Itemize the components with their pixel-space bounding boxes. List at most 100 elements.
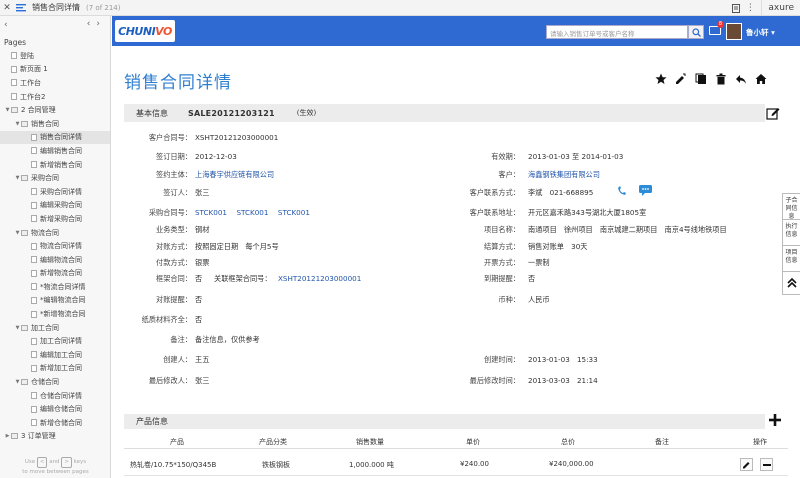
- purchase-no-links[interactable]: STCK001 STCK001 STCK001: [195, 208, 310, 218]
- paper: 否: [195, 315, 203, 324]
- sidebar-page[interactable]: *物流合同详情: [0, 280, 110, 294]
- scroll-top-icon[interactable]: [783, 272, 800, 294]
- sidebar-page[interactable]: 采购合同详情: [0, 185, 110, 199]
- page-icon: [11, 52, 17, 60]
- page-icon: [31, 133, 37, 141]
- action-toolbar: [654, 72, 768, 86]
- tab-project[interactable]: 项目信息: [783, 246, 800, 272]
- home-icon[interactable]: [754, 72, 768, 86]
- close-icon[interactable]: ✕: [0, 1, 14, 15]
- page-icon: [31, 337, 37, 345]
- collapse-sidebar-icon[interactable]: ‹: [4, 20, 8, 30]
- contact: 李斌 021-668895: [528, 188, 594, 197]
- delete-icon[interactable]: [714, 72, 728, 86]
- phone-icon[interactable]: [616, 185, 628, 197]
- edit-check-icon[interactable]: [674, 72, 688, 86]
- sidebar-page[interactable]: 新增销售合同: [0, 158, 110, 172]
- sidebar-item-label: 编辑销售合同: [40, 146, 82, 155]
- biz-type: 钢材: [195, 225, 210, 234]
- customer-link[interactable]: 海鑫钢铁集团有限公司: [528, 170, 600, 180]
- star-icon[interactable]: [654, 72, 668, 86]
- sign-date: 2012-12-03: [195, 152, 237, 161]
- sidebar-page[interactable]: 编辑销售合同: [0, 144, 110, 158]
- expanded-arrow-icon[interactable]: ▼: [14, 379, 21, 385]
- more-icon[interactable]: ⋮: [743, 1, 757, 15]
- user-menu[interactable]: 鲁小轩 ▾: [746, 27, 775, 38]
- sidebar-item-label: 工作台: [20, 78, 41, 87]
- sidebar-page[interactable]: 编辑仓储合同: [0, 402, 110, 416]
- back-icon[interactable]: [734, 72, 748, 86]
- page-icon: [31, 147, 37, 155]
- page-icon: [31, 188, 37, 196]
- next-page-icon[interactable]: ›: [96, 19, 106, 29]
- expanded-arrow-icon[interactable]: ▼: [14, 230, 21, 236]
- sidebar-folder[interactable]: ▼ 加工合同: [0, 321, 110, 335]
- search-button[interactable]: [688, 25, 704, 39]
- col-category: 产品分类: [259, 438, 287, 446]
- sidebar-page[interactable]: 新页面 1: [0, 63, 110, 77]
- sidebar-page[interactable]: 销售合同详情: [0, 130, 110, 145]
- sidebar-item-label: 销售合同: [31, 119, 59, 128]
- modifier: 张三: [195, 376, 210, 385]
- app-header: CHUNI VO 请输入销售订单号或客户名称 8 鲁小轩 ▾: [112, 16, 800, 46]
- frame-link[interactable]: XSHT20121203000001: [278, 274, 361, 283]
- sidebar-page[interactable]: 新增采购合同: [0, 212, 110, 226]
- sidebar-page[interactable]: *编辑物流合同: [0, 294, 110, 308]
- sidebar-page[interactable]: 新增仓储合同: [0, 416, 110, 430]
- pages-title: Pages: [4, 38, 27, 47]
- sidebar-page[interactable]: 加工合同详情: [0, 334, 110, 348]
- add-product-icon[interactable]: [767, 412, 783, 428]
- sidebar-page[interactable]: 工作台: [0, 76, 110, 90]
- edit-icon: [743, 462, 750, 469]
- sidebar-folder[interactable]: ▼ 采购合同: [0, 171, 110, 185]
- sidebar-page[interactable]: 登陆: [0, 49, 110, 63]
- avatar[interactable]: [726, 23, 742, 40]
- sidebar-page[interactable]: 编辑加工合同: [0, 348, 110, 362]
- sidebar-folder[interactable]: ▶ 3 订单管理: [0, 430, 110, 444]
- sidebar-page[interactable]: 编辑采购合同: [0, 199, 110, 213]
- edit-row-button[interactable]: [740, 458, 753, 471]
- sidebar-page[interactable]: 新增加工合同: [0, 362, 110, 376]
- chat-icon[interactable]: [639, 185, 652, 196]
- page-icon: [31, 364, 37, 372]
- row-total: ¥240,000.00: [549, 460, 594, 468]
- collapsed-arrow-icon[interactable]: ▶: [4, 433, 11, 439]
- col-price: 单价: [466, 438, 480, 446]
- pages-sidebar: ‹ ‹› Pages 登陆 新页面 1 工作台 工作台2 ▼ 2 合同管理 ▼ 销售合同 销售合…: [0, 16, 111, 478]
- sitemap-icon[interactable]: [14, 1, 28, 15]
- brand-logo[interactable]: CHUNI VO: [115, 20, 175, 42]
- tab-sub-contract[interactable]: 子合同信息: [783, 194, 800, 220]
- sidebar-folder[interactable]: ▼ 仓储合同: [0, 375, 110, 389]
- sidebar-folder[interactable]: ▼ 物流合同: [0, 226, 110, 240]
- sidebar-page[interactable]: 仓储合同详情: [0, 389, 110, 403]
- customer-addr: 开元区嘉禾路343号湖北大厦1805室: [528, 208, 647, 217]
- expanded-arrow-icon[interactable]: ▼: [14, 121, 21, 127]
- modifier-label: 最后修改人：: [148, 376, 192, 385]
- customer-contract-no-label: 客户合同号：: [148, 133, 192, 142]
- copy-icon[interactable]: [694, 72, 708, 86]
- sidebar-page[interactable]: 新增物流合同: [0, 267, 110, 281]
- tab-execution[interactable]: 执行信息: [783, 220, 800, 246]
- sidebar-page[interactable]: 物流合同详情: [0, 239, 110, 253]
- sidebar-page[interactable]: *新增物流合同: [0, 307, 110, 321]
- folder-icon: [11, 107, 18, 114]
- sidebar-page[interactable]: 编辑物流合同: [0, 253, 110, 267]
- expanded-arrow-icon[interactable]: ▼: [4, 107, 11, 113]
- prev-page-icon[interactable]: ‹: [87, 19, 97, 29]
- remove-row-button[interactable]: [760, 458, 773, 471]
- sidebar-folder[interactable]: ▼ 2 合同管理: [0, 103, 110, 117]
- sidebar-folder[interactable]: ▼ 销售合同: [0, 117, 110, 131]
- search-input[interactable]: 请输入销售订单号或客户名称: [546, 25, 688, 39]
- sidebar-page[interactable]: 工作台2: [0, 90, 110, 104]
- page-icon: [31, 296, 37, 304]
- axure-logo: axure: [761, 0, 800, 16]
- sign-subject-link[interactable]: 上海春宇供应链有限公司: [195, 170, 274, 180]
- sidebar-item-label: *编辑物流合同: [40, 296, 86, 305]
- expire-remind: 否: [528, 274, 536, 283]
- expanded-arrow-icon[interactable]: ▼: [14, 325, 21, 331]
- page-notes-icon[interactable]: [729, 1, 743, 15]
- edit-icon[interactable]: [766, 106, 780, 120]
- sidebar-item-label: *新增物流合同: [40, 310, 86, 319]
- expanded-arrow-icon[interactable]: ▼: [14, 175, 21, 181]
- col-product: 产品: [170, 438, 184, 446]
